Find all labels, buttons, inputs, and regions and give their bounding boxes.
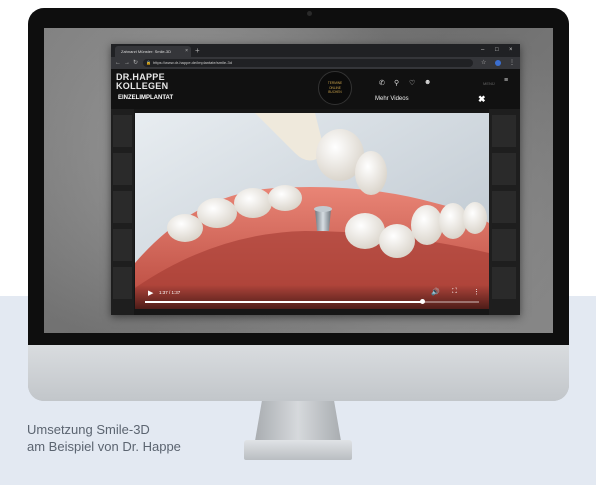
page-title: EINZELIMPLANTAT	[118, 95, 174, 101]
website: DR.HAPPE KOLLEGEN EINZELIMPLANTAT TERMIN…	[111, 69, 520, 315]
video-thumbnail[interactable]	[113, 115, 132, 147]
close-video-button[interactable]: ✖	[478, 94, 486, 105]
imac-stand	[255, 401, 341, 441]
right-thumbnail-column	[489, 109, 520, 315]
imac-chin	[28, 345, 569, 401]
minimize-icon[interactable]: –	[481, 44, 484, 57]
address-bar[interactable]: 🔒 https://www.dr-happe.de/implantate/smi…	[143, 59, 473, 67]
video-time: 1:37 / 1:37	[159, 290, 181, 295]
video-thumbnail[interactable]	[113, 229, 132, 261]
caption-line2: am Beispiel von Dr. Happe	[27, 439, 181, 454]
video-thumbnail[interactable]	[113, 191, 132, 223]
video-thumbnail[interactable]	[492, 115, 516, 147]
location-icon[interactable]: ⚲	[394, 79, 399, 87]
close-window-icon[interactable]: ×	[509, 44, 513, 57]
bookmark-star-icon[interactable]: ☆	[481, 57, 486, 69]
desktop-wallpaper: Zahnarzt Münster: Smile-3D × + – □ × ← →…	[44, 28, 553, 333]
tab-title: Zahnarzt Münster: Smile-3D	[121, 49, 172, 54]
new-tab-icon[interactable]: +	[195, 44, 200, 57]
more-options-icon[interactable]: ⋮	[473, 288, 480, 296]
book-appointment-button[interactable]: TERMINE ONLINE BUCHEN	[318, 71, 352, 105]
url-text: https://www.dr-happe.de/implantate/smile…	[153, 60, 232, 65]
video-thumbnail[interactable]	[492, 191, 516, 223]
team-icon[interactable]: ☻	[424, 79, 431, 86]
caption-line1: Umsetzung Smile-3D	[27, 422, 150, 437]
heart-icon[interactable]: ♡	[409, 79, 415, 87]
video-progress-fill	[145, 301, 423, 303]
profile-avatar[interactable]	[495, 60, 501, 66]
camera-icon	[307, 11, 312, 16]
maximize-icon[interactable]: □	[495, 44, 499, 57]
forward-icon[interactable]: →	[124, 57, 130, 69]
video-player[interactable]: ▶ 1:37 / 1:37 🔊 ⛶ ⋮	[135, 113, 489, 309]
video-thumbnail[interactable]	[492, 267, 516, 299]
back-icon[interactable]: ←	[115, 57, 121, 69]
play-icon[interactable]: ▶	[148, 289, 153, 297]
reload-icon[interactable]: ↻	[133, 57, 138, 69]
left-thumbnail-column	[111, 109, 134, 315]
caption: Umsetzung Smile-3D am Beispiel von Dr. H…	[27, 421, 181, 455]
more-videos-link[interactable]: Mehr Videos	[375, 96, 409, 102]
logo-line2[interactable]: KOLLEGEN	[116, 81, 168, 91]
browser-tab[interactable]: Zahnarzt Münster: Smile-3D ×	[115, 46, 191, 57]
video-thumbnail[interactable]	[113, 153, 132, 185]
tab-close-icon[interactable]: ×	[185, 46, 188, 57]
hamburger-menu-icon[interactable]: ≡	[504, 77, 508, 84]
phone-icon[interactable]: ✆	[379, 79, 385, 87]
browser-window: Zahnarzt Münster: Smile-3D × + – □ × ← →…	[111, 44, 520, 315]
volume-icon[interactable]: 🔊	[431, 288, 440, 296]
imac-stand-foot	[244, 440, 352, 460]
video-thumbnail[interactable]	[492, 153, 516, 185]
site-header: DR.HAPPE KOLLEGEN EINZELIMPLANTAT TERMIN…	[111, 69, 520, 109]
video-thumbnail[interactable]	[492, 229, 516, 261]
video-controls: ▶ 1:37 / 1:37 🔊 ⛶ ⋮	[135, 285, 489, 309]
tab-strip: Zahnarzt Münster: Smile-3D × + – □ ×	[111, 44, 520, 57]
dental-implant-illustration	[135, 113, 489, 309]
browser-menu-icon[interactable]: ⋮	[509, 57, 515, 69]
video-thumbnail[interactable]	[113, 267, 132, 299]
browser-toolbar: ← → ↻ 🔒 https://www.dr-happe.de/implanta…	[111, 57, 520, 69]
fullscreen-icon[interactable]: ⛶	[452, 288, 457, 296]
menu-label[interactable]: MENÜ	[483, 81, 495, 86]
lock-icon: 🔒	[146, 60, 151, 65]
video-progress-bar[interactable]	[145, 299, 479, 304]
video-progress-knob[interactable]	[419, 299, 425, 304]
